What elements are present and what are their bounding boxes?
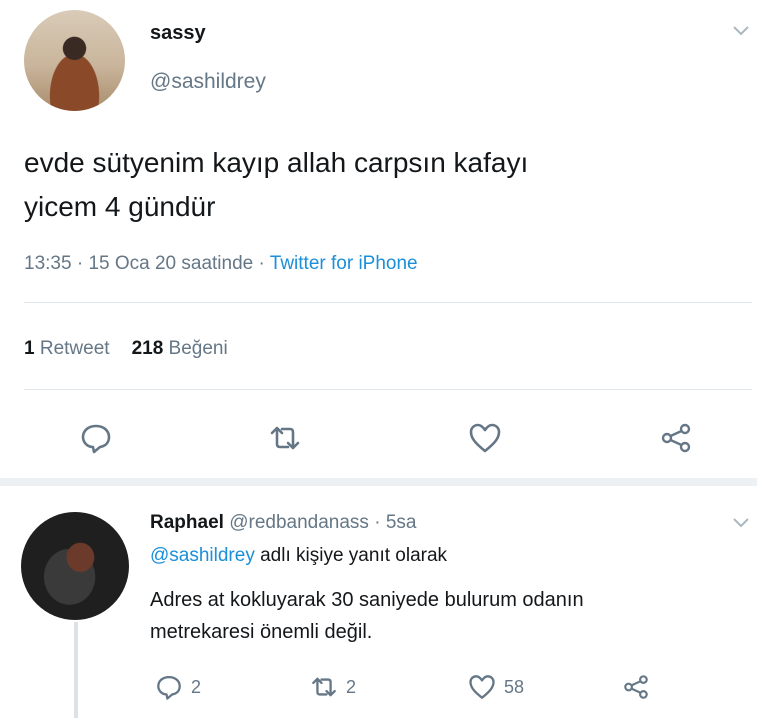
chevron-down-icon[interactable] <box>731 24 751 38</box>
divider <box>24 389 752 390</box>
main-tweet: sassy @sashildrey evde sütyenim kayıp al… <box>0 0 757 478</box>
heart-icon <box>469 423 501 453</box>
thread-line <box>74 622 78 718</box>
reply-button[interactable] <box>79 421 113 455</box>
reply-icon <box>81 424 111 454</box>
reply-retweet-button[interactable]: 2 <box>310 672 356 702</box>
reply-retweet-count: 2 <box>346 676 357 697</box>
retweet-icon <box>270 426 300 450</box>
chevron-down-icon[interactable] <box>731 516 751 530</box>
tweet-meta: 13:35 · 15 Oca 20 saatinde · Twitter for… <box>24 253 418 275</box>
tweet-text: evde sütyenim kayıp allah carpsın kafayı… <box>24 141 724 229</box>
tweet-date[interactable]: 15 Oca 20 saatinde <box>88 253 253 274</box>
reply-reply-button[interactable]: 2 <box>155 672 201 702</box>
reply-header: Raphael @redbandanass · 5sa <box>150 512 416 534</box>
tweet-text-line: yicem 4 gündür <box>24 191 216 222</box>
tweet-time[interactable]: 13:35 <box>24 253 72 274</box>
divider <box>24 302 752 303</box>
section-divider <box>0 478 757 486</box>
like-count: 218 <box>131 338 164 359</box>
retweet-icon <box>312 677 336 697</box>
reply-count: 2 <box>191 676 202 697</box>
share-icon <box>624 675 648 699</box>
author-avatar[interactable] <box>24 10 125 111</box>
like-stat[interactable]: 218 Beğeni <box>132 338 228 359</box>
share-icon <box>661 423 691 453</box>
author-handle[interactable]: @sashildrey <box>150 70 266 94</box>
reply-share-button[interactable] <box>622 672 658 702</box>
tweet-stats: 1 Retweet 218 Beğeni <box>24 338 228 360</box>
reply-text-line: Adres at kokluyarak 30 saniyede bulurum … <box>150 589 584 611</box>
share-button[interactable] <box>659 421 693 455</box>
reply-author-handle[interactable]: @redbandanass <box>229 512 369 533</box>
reply-text-line: metrekaresi önemli değil. <box>150 621 373 643</box>
tweet-text-line: evde sütyenim kayıp allah carpsın kafayı <box>24 147 529 178</box>
tweet-source[interactable]: Twitter for iPhone <box>270 253 418 274</box>
retweet-count: 1 <box>24 338 35 359</box>
reply-author-avatar[interactable] <box>21 512 129 620</box>
retweet-stat[interactable]: 1 Retweet <box>24 338 110 359</box>
reply-author-name[interactable]: Raphael <box>150 512 224 533</box>
reply-to-suffix: adlı kişiye yanıt olarak <box>260 545 448 566</box>
meta-separator: · <box>374 512 386 533</box>
retweet-button[interactable] <box>268 421 302 455</box>
heart-icon <box>469 675 495 699</box>
like-button[interactable] <box>468 421 502 455</box>
reply-like-count: 58 <box>504 676 525 697</box>
reply-text: Adres at kokluyarak 30 saniyede bulurum … <box>150 584 710 648</box>
reply-icon <box>157 675 181 700</box>
reply-age[interactable]: 5sa <box>386 512 417 533</box>
author-name[interactable]: sassy <box>150 22 206 45</box>
like-label: Beğeni <box>168 338 228 359</box>
replying-to: @sashildrey adlı kişiye yanıt olarak <box>150 545 447 567</box>
meta-separator: · <box>76 253 89 274</box>
retweet-label: Retweet <box>39 338 110 359</box>
meta-separator: · <box>258 253 270 274</box>
reply-to-mention[interactable]: @sashildrey <box>150 545 255 566</box>
reply-like-button[interactable]: 58 <box>468 672 524 702</box>
